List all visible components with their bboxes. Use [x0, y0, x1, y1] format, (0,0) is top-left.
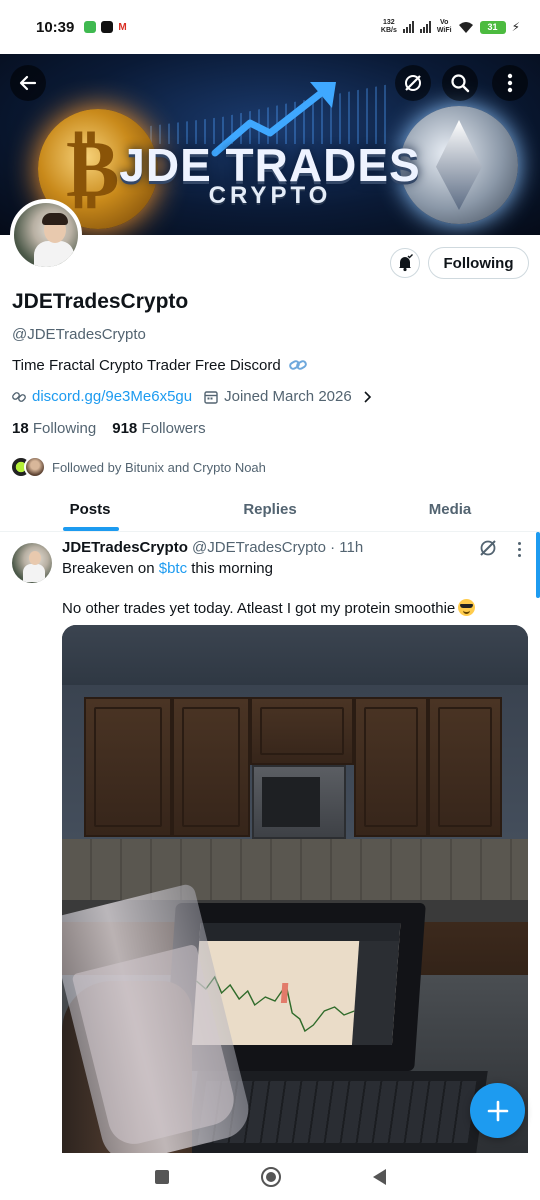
tweet-time: · 11h: [330, 539, 364, 556]
system-back-button[interactable]: [372, 1168, 386, 1185]
following-count: 18: [12, 420, 29, 437]
chevron-right-icon[interactable]: [362, 390, 372, 404]
signal-icon-2: [419, 21, 431, 33]
followers-count-link[interactable]: 918 Followers: [112, 420, 205, 437]
signal-icon: [402, 21, 414, 33]
recents-button[interactable]: [154, 1169, 169, 1184]
back-button[interactable]: [10, 65, 46, 101]
followers-label: Followers: [141, 420, 206, 437]
tweet-text-line2-content: No other trades yet today. Atleast I got…: [62, 600, 456, 617]
calendar-icon: [204, 390, 218, 404]
charging-icon: ⚡: [511, 20, 520, 34]
more-options-button[interactable]: [492, 65, 528, 101]
profile-url-link[interactable]: discord.gg/9e3Me6x5gu: [32, 388, 192, 405]
back-arrow-icon: [19, 75, 37, 91]
photo-microwave: [252, 765, 346, 839]
tweet-text-post: this morning: [187, 560, 273, 577]
followed-by-text: Followed by Bitunix and Crypto Noah: [52, 459, 266, 475]
grok-icon: [405, 75, 421, 91]
tab-posts-label: Posts: [69, 501, 111, 518]
tweet-header: JDETradesCrypto @JDETradesCrypto · 11h: [62, 539, 363, 556]
speed-value: 132: [383, 19, 395, 26]
tweet-avatar[interactable]: [12, 543, 52, 583]
cashtag-btc[interactable]: $btc: [159, 560, 187, 577]
bio-text: Time Fractal Crypto Trader Free Discord: [12, 357, 281, 374]
vowifi-top: Vo: [439, 19, 449, 26]
followed-by-row[interactable]: Followed by Bitunix and Crypto Noah: [10, 456, 266, 478]
network-speed: 132 KB/s: [381, 19, 397, 35]
follow-counts: 18 Following 918 Followers: [12, 420, 206, 437]
following-label: Following: [32, 420, 97, 437]
tweet-text-line2: No other trades yet today. Atleast I got…: [62, 599, 476, 617]
tweet-text-line1: Breakeven on $btc this morning: [62, 560, 273, 577]
search-button[interactable]: [442, 65, 478, 101]
grok-icon[interactable]: [478, 538, 498, 558]
tab-replies[interactable]: Replies: [180, 490, 360, 531]
status-bar: 10:39 M 132 KB/s Vo WiFi 31 ⚡: [0, 0, 540, 54]
profile-meta: discord.gg/9e3Me6x5gu Joined March 2026: [12, 388, 372, 405]
scroll-indicator[interactable]: [536, 532, 540, 598]
grok-button[interactable]: [395, 65, 431, 101]
photo-cabinet: [84, 697, 172, 837]
sunglasses-emoji-icon: [458, 599, 476, 616]
vowifi-bottom: WiFi: [436, 27, 452, 34]
tweet-text-pre: Breakeven on: [62, 560, 159, 577]
profile-avatar[interactable]: [10, 199, 82, 271]
search-icon: [451, 74, 470, 93]
profile-tabs: Posts Replies Media: [0, 490, 540, 532]
tab-media-label: Media: [428, 501, 472, 518]
joined-date: Joined March 2026: [224, 388, 352, 405]
following-count-link[interactable]: 18 Following: [12, 420, 96, 437]
wifi-icon: [458, 21, 473, 33]
profile-bio: Time Fractal Crypto Trader Free Discord: [12, 357, 307, 374]
compose-post-button[interactable]: [470, 1083, 525, 1138]
plus-icon: [487, 1100, 508, 1121]
notification-bell-button[interactable]: [390, 248, 420, 278]
following-button[interactable]: Following: [428, 247, 529, 279]
link-emoji-icon: [289, 360, 307, 370]
system-nav-bar: [0, 1153, 540, 1200]
link-icon: [12, 391, 26, 402]
speed-unit: KB/s: [380, 27, 397, 34]
banner-subtitle: CRYPTO: [208, 182, 332, 209]
followers-count: 918: [112, 420, 138, 437]
profile-banner[interactable]: ₿ JDE TRADES CRYPTO: [0, 54, 540, 235]
tab-replies-label: Replies: [243, 501, 297, 518]
x-notification-icon: [101, 21, 114, 33]
profile-handle: @JDETradesCrypto: [12, 326, 146, 343]
active-tab-indicator: [63, 527, 119, 531]
tweet-author-name[interactable]: JDETradesCrypto: [62, 539, 188, 556]
tab-media[interactable]: Media: [360, 490, 540, 531]
vowifi-indicator: Vo WiFi: [437, 19, 452, 35]
profile-display-name: JDETradesCrypto: [12, 290, 189, 313]
tweet-author-handle[interactable]: @JDETradesCrypto: [192, 539, 326, 556]
gmail-notification-icon: M: [118, 21, 127, 33]
bell-check-icon: [399, 254, 413, 272]
status-time: 10:39: [36, 18, 75, 36]
message-notification-icon: [84, 21, 97, 33]
tweet-more-button[interactable]: [512, 540, 526, 558]
home-button[interactable]: [260, 1166, 281, 1187]
tab-posts[interactable]: Posts: [0, 490, 180, 531]
tweet-photo[interactable]: [62, 625, 528, 1153]
more-vertical-icon: [507, 73, 513, 93]
follower-avatar-crypto-noah: [24, 456, 46, 478]
battery-icon: 31: [479, 20, 506, 34]
